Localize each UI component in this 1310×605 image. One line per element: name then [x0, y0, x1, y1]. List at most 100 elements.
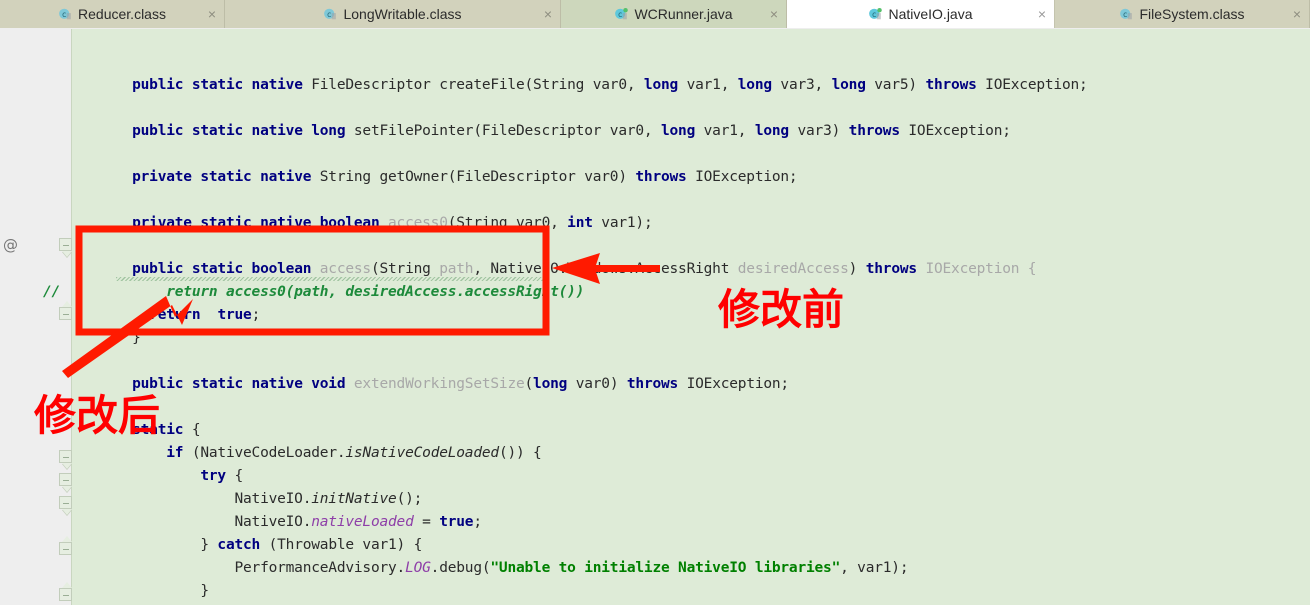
fold-marker-static-start[interactable]: [59, 450, 72, 463]
code-token: setFilePointer(FileDescriptor var0,: [353, 123, 661, 139]
code-line: NativeIO.initNative();: [98, 491, 422, 507]
code-token: var0): [575, 376, 627, 392]
svg-text:c: c: [328, 9, 332, 18]
code-token: public static native void: [132, 376, 354, 392]
annotation-marker-icon[interactable]: @: [3, 236, 18, 254]
code-token: long: [533, 376, 576, 392]
code-token: LOG: [405, 560, 431, 576]
code-token: public static native long: [132, 123, 354, 139]
fold-marker-inner-end[interactable]: [59, 582, 72, 601]
editor-tab-label: Reducer.class: [78, 6, 166, 22]
close-icon[interactable]: ×: [544, 7, 552, 21]
code-token: "Unable to initialize NativeIO libraries…: [490, 560, 841, 576]
editor-tab-longwritable-class[interactable]: c LongWritable.class ×: [225, 0, 561, 28]
code-line: PerformanceAdvisory.LOG.debug("Unable to…: [98, 560, 908, 576]
code-line: public static boolean access(String path…: [98, 261, 1036, 277]
code-token: long: [660, 123, 704, 139]
code-token: (: [524, 376, 534, 392]
code-token: (String var0,: [447, 215, 568, 231]
code-token: =: [413, 514, 440, 530]
close-icon[interactable]: ×: [208, 7, 216, 21]
svg-text:c: c: [619, 9, 623, 18]
code-token: throws: [865, 261, 926, 277]
fold-marker-try-start[interactable]: [59, 496, 72, 509]
editor-tab-label: NativeIO.java: [888, 6, 973, 22]
editor-tab-label: LongWritable.class: [343, 6, 462, 22]
code-token: (NativeCodeLoader.: [191, 445, 346, 461]
code-token: private static native: [132, 169, 320, 185]
code-line: try {: [98, 468, 243, 484]
code-token: path: [439, 261, 474, 277]
code-token: try: [200, 468, 235, 484]
code-token: int: [567, 215, 602, 231]
code-line: return access0(path, desiredAccess.acces…: [98, 284, 584, 300]
label-before-edit: 修改前: [718, 285, 845, 334]
code-token: private static native boolean: [132, 215, 389, 231]
editor-tab-label: FileSystem.class: [1139, 6, 1245, 22]
code-token: true: [439, 514, 474, 530]
close-icon[interactable]: ×: [770, 7, 778, 21]
code-token: return: [149, 307, 209, 323]
java-file-icon: c: [614, 7, 629, 22]
fold-marker-access-start[interactable]: [59, 238, 72, 251]
code-token: var5): [874, 77, 926, 93]
code-line: return true;: [98, 307, 260, 323]
code-token: throws: [925, 77, 986, 93]
code-token: {: [234, 468, 244, 484]
code-token: IOException;: [985, 77, 1088, 93]
code-line: } catch (Throwable var1) {: [98, 537, 422, 553]
java-class-icon: c: [1119, 7, 1134, 22]
code-token: NativeIO.: [98, 514, 312, 530]
editor-tab-bar[interactable]: c Reducer.class × c LongWritable.class × c WCRu…: [0, 0, 1310, 28]
close-icon[interactable]: ×: [1293, 7, 1301, 21]
code-token: throws: [848, 123, 909, 139]
code-token: , var1);: [840, 560, 909, 576]
code-token: }: [98, 583, 209, 599]
code-token: FileDescriptor createFile(String var0,: [311, 77, 644, 93]
label-after-edit: 修改后: [34, 391, 161, 440]
code-line: }: [98, 583, 209, 599]
fold-marker-access-end[interactable]: [59, 301, 72, 320]
close-icon[interactable]: ×: [1038, 7, 1046, 21]
code-line: private static native String getOwner(Fi…: [98, 169, 798, 185]
code-line: NativeIO.nativeLoaded = true;: [98, 514, 482, 530]
code-token: ): [848, 261, 866, 277]
code-token: ();: [396, 491, 423, 507]
editor-tab-filesystem-class[interactable]: c FileSystem.class ×: [1055, 0, 1310, 28]
editor-icon-gutter[interactable]: [0, 29, 26, 605]
editor-tab-nativeio-java[interactable]: c NativeIO.java ×: [787, 0, 1055, 28]
code-token: }: [98, 537, 218, 553]
editor-tab-wcrunner-java[interactable]: c WCRunner.java ×: [561, 0, 787, 28]
code-token: IOException;: [686, 376, 790, 392]
svg-text:c: c: [873, 9, 877, 18]
code-line: public static native FileDescriptor crea…: [98, 77, 1088, 93]
code-token: .debug(: [430, 560, 491, 576]
java-class-icon: c: [58, 7, 73, 22]
code-token: long: [831, 77, 875, 93]
editor-tab-reducer-class[interactable]: c Reducer.class ×: [0, 0, 225, 28]
code-token: ()) {: [498, 445, 542, 461]
svg-text:c: c: [62, 9, 66, 18]
fold-marker-if-start[interactable]: [59, 473, 72, 486]
code-token: ;: [251, 307, 261, 323]
code-token: public static native: [132, 77, 312, 93]
code-line: }: [98, 330, 141, 346]
code-token: throws: [635, 169, 696, 185]
code-token: var3): [797, 123, 849, 139]
code-token: }: [98, 330, 141, 346]
code-token: String getOwner(FileDescriptor var0): [319, 169, 636, 185]
fold-marker-catch[interactable]: [59, 536, 72, 555]
code-editor[interactable]: @ public static native FileDescriptor cr…: [0, 29, 1310, 605]
code-token: return access0(path, desiredAccess.acces…: [98, 284, 585, 300]
code-token: , NativeIO.Windows.AccessRight: [473, 261, 738, 277]
code-token: long: [754, 123, 798, 139]
code-token: var1);: [601, 215, 653, 231]
code-text-area[interactable]: public static native FileDescriptor crea…: [43, 29, 1310, 605]
code-token: initNative: [311, 491, 397, 507]
code-token: var1,: [703, 123, 755, 139]
